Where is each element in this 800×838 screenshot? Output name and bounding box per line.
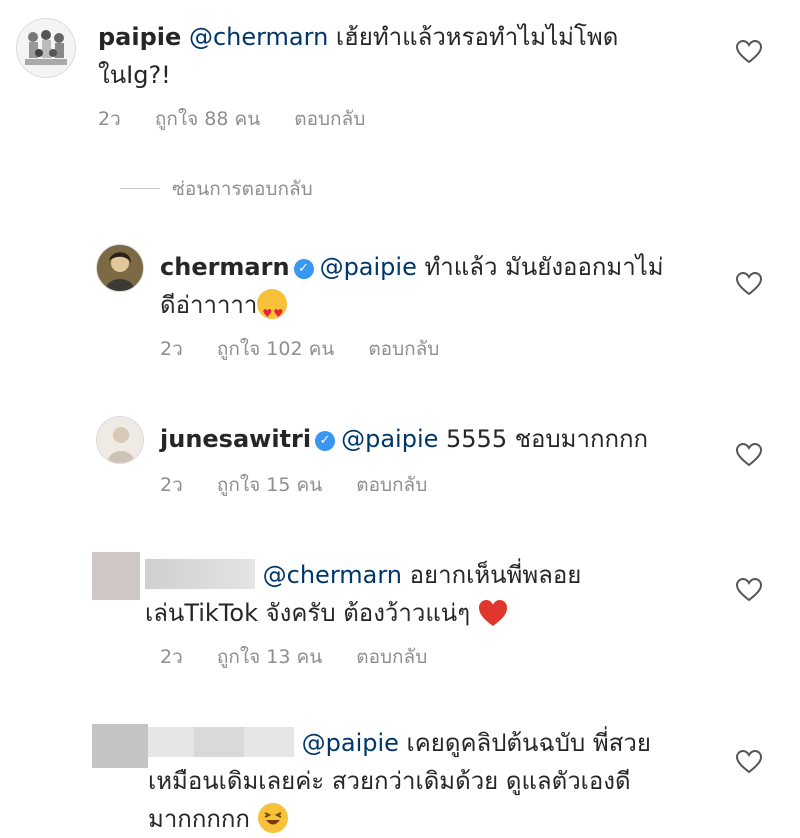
avatar-family-photo [17,19,75,77]
reply-button[interactable]: ตอบกลับ [368,338,439,360]
comment-time: 2ว [98,108,121,130]
mention-link[interactable]: @paipie [320,253,417,281]
comment-text: เคยดูคลิปต้นฉบับ พี่สวย [398,729,651,757]
redacted-username [194,727,244,757]
avatar[interactable] [96,244,144,292]
heart-outline-icon[interactable] [736,578,762,602]
heart-outline-icon[interactable] [736,40,762,64]
comment-text: เล่นTikTok จังครับ ต้องว้าวแน่ๆ [145,599,471,627]
divider-line [120,188,160,189]
comment-text: ดีอ่าาาาา [160,291,258,319]
redacted-username [244,727,294,757]
heart-eyes-emoji-icon: ♥ ♥ [257,289,288,320]
reply-button[interactable]: ตอบกลับ [356,474,427,496]
reply-button[interactable]: ตอบกลับ [294,108,365,130]
like-count[interactable]: ถูกใจ 13 คน [217,646,322,668]
avatar-redacted[interactable] [92,724,148,768]
like-count[interactable]: ถูกใจ 102 คน [217,338,334,360]
comment-time: 2ว [160,474,183,496]
comment-text: อยากเห็นพี่พลอย [402,561,582,589]
reply-button[interactable]: ตอบกลับ [356,646,427,668]
comment-username[interactable]: chermarn [160,253,290,281]
avatar-photo [97,245,143,291]
heart-outline-icon[interactable] [736,272,762,296]
comment-text: 5555 ชอบมากกกก [438,425,649,453]
redacted-username [148,727,194,757]
comment-time: 2ว [160,646,183,668]
comment-text: ในIg?! [98,61,171,89]
comment-time: 2ว [160,338,183,360]
redacted-username [145,559,255,589]
comment-username[interactable]: junesawitri [160,425,311,453]
mention-link[interactable]: @chermarn [189,23,328,51]
like-count[interactable]: ถูกใจ 15 คน [217,474,322,496]
verified-badge-icon: ✓ [293,259,314,279]
comment-text: เหมือนเดิมเลยค่ะ สวยกว่าเดิมด้วย ดูแลตัว… [148,767,631,795]
mention-link[interactable]: @paipie [302,729,399,757]
heart-outline-icon[interactable] [736,750,762,774]
red-heart-emoji-icon [478,600,507,626]
comment-text: เฮ้ยทำแล้วหรอทำไมไม่โพด [328,23,619,51]
verified-badge-icon: ✓ [315,431,336,451]
avatar-photo [97,417,143,463]
comment-username[interactable]: paipie [98,23,181,51]
mention-link[interactable]: @paipie [341,425,438,453]
heart-outline-icon[interactable] [736,443,762,467]
avatar[interactable] [96,416,144,464]
hide-replies-button[interactable]: ซ่อนการตอบกลับ [172,174,313,204]
mention-link[interactable]: @chermarn [263,561,402,589]
laughing-emoji-icon [257,803,288,833]
like-count[interactable]: ถูกใจ 88 คน [155,108,260,130]
avatar-redacted[interactable] [92,552,140,600]
comment-text: มากกกกก [148,805,250,833]
comment-text: ทำแล้ว มันยังออกมาไม่ [416,253,664,281]
avatar[interactable] [16,18,76,78]
